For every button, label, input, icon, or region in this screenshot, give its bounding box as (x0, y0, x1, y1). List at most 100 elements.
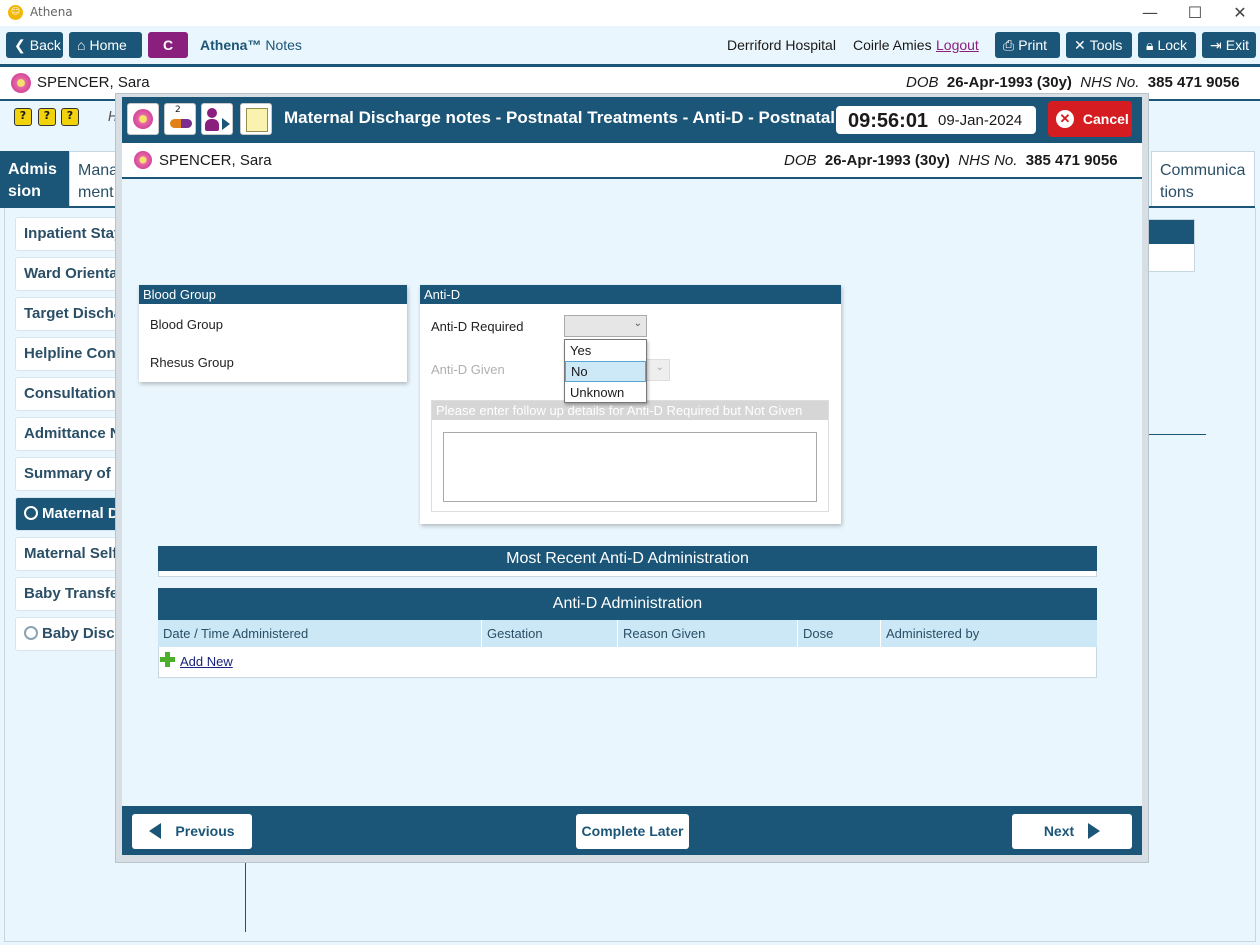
flower-icon (11, 73, 31, 93)
nav-item-label: Maternal Di (42, 505, 123, 522)
arrow-left-icon (149, 822, 162, 839)
app-brand: Athena™ Notes (200, 37, 302, 53)
help-icon[interactable]: ? (38, 108, 56, 126)
help-list-icon[interactable]: ? (14, 108, 32, 126)
minimize-button[interactable]: — (1130, 2, 1170, 24)
nav-item[interactable]: Maternal Self (15, 537, 123, 571)
home-icon: ⌂ (77, 37, 86, 53)
nav-item[interactable]: Target Dischar (15, 297, 123, 331)
dropdown-option[interactable]: Unknown (565, 382, 646, 403)
nav-item[interactable]: Inpatient Stay (15, 217, 123, 251)
exit-icon: ⇥ (1210, 37, 1222, 53)
home-button[interactable]: ⌂ Home (69, 32, 142, 58)
column-header-gestation: Gestation (482, 620, 618, 647)
blood-group-panel-title: Blood Group (139, 285, 407, 304)
nav-item-label: Consultation I (24, 385, 123, 402)
anti-d-panel: Anti-D Anti-D Required ⌄ Anti-D Given ⌄ … (420, 285, 841, 524)
radio-icon (24, 505, 38, 520)
nav-item[interactable]: Maternal Di (15, 497, 123, 531)
flower-icon (134, 151, 152, 169)
column-header-administered-by: Administered by (881, 620, 1097, 647)
dropdown-option[interactable]: Yes (565, 340, 646, 361)
tab-communications[interactable]: Communica tions (1151, 151, 1255, 207)
background-panel-header (1146, 220, 1194, 244)
anti-d-required-select[interactable]: ⌄ (564, 315, 647, 337)
next-button[interactable]: Next (1012, 814, 1132, 849)
maternal-flower-icon[interactable] (127, 103, 159, 135)
medication-icon[interactable]: 2 (164, 103, 196, 135)
tab-management[interactable]: Mana ment (69, 151, 119, 207)
main-toolbar: ❮ Back ⌂ Home C Athena™ Notes Derriford Ho… (0, 26, 1260, 64)
rhesus-group-label: Rhesus Group (150, 355, 234, 370)
lock-button[interactable]: 🔒︎ Lock (1138, 32, 1196, 58)
modal-banner-divider (122, 177, 1142, 179)
clock-display: 09:56:01 09-Jan-2024 (834, 104, 1038, 136)
modal-patient-identifiers: DOB 26-Apr-1993 (30y) NHS No. 385 471 90… (784, 152, 1118, 169)
nav-item[interactable]: Consultation I (15, 377, 123, 411)
nav-item[interactable]: Summary of P (15, 457, 123, 491)
back-button[interactable]: ❮ Back (6, 32, 63, 58)
nav-item[interactable]: Admittance N (15, 417, 123, 451)
column-header-reason-given: Reason Given (618, 620, 798, 647)
pill-icon (170, 119, 192, 128)
logout-link[interactable]: Logout (936, 37, 979, 53)
mother-baby-icon[interactable] (201, 103, 233, 135)
cancel-button[interactable]: ✕ Cancel (1048, 101, 1132, 137)
administration-table-body: Add New (158, 647, 1097, 678)
previous-button[interactable]: Previous (132, 814, 252, 849)
blood-group-panel: Blood Group Blood Group Rhesus Group (139, 285, 407, 382)
plus-icon[interactable] (160, 652, 175, 667)
nav-item[interactable]: Baby Discha (15, 617, 123, 651)
c-button[interactable]: C (148, 32, 188, 58)
radio-icon (24, 625, 38, 640)
chevron-down-icon: ⌄ (655, 362, 664, 373)
followup-textarea[interactable] (443, 432, 817, 502)
help-icon-2[interactable]: ? (61, 108, 79, 126)
background-panel (1145, 219, 1195, 272)
complete-later-button[interactable]: Complete Later (576, 814, 689, 849)
window-titlebar: ☺ Athena — ☐ ✕ (0, 0, 1260, 26)
anti-d-required-dropdown: Yes No Unknown (564, 339, 647, 403)
printer-icon: ⎙ (1003, 37, 1015, 53)
nav-item-label: Target Dischar (24, 305, 123, 322)
notepad-icon[interactable] (240, 103, 272, 135)
nav-item-label: Admittance N (24, 425, 121, 442)
nav-item[interactable]: Ward Orientat (15, 257, 123, 291)
anti-d-given-select[interactable]: ⌄ (645, 359, 670, 381)
maximize-button[interactable]: ☐ (1175, 2, 1215, 24)
modal-patient-name: SPENCER, Sara (159, 152, 272, 169)
blood-group-label: Blood Group (150, 317, 223, 332)
anti-d-panel-title: Anti-D (420, 285, 841, 304)
exit-button[interactable]: ⇥ Exit (1202, 32, 1256, 58)
user-name: Coirle Amies (853, 37, 932, 53)
most-recent-section-body (158, 571, 1097, 577)
close-window-button[interactable]: ✕ (1220, 2, 1260, 24)
dropdown-option[interactable]: No (565, 361, 646, 382)
background-line (1145, 434, 1206, 435)
close-circle-icon: ✕ (1056, 109, 1074, 128)
nav-item-label: Baby Transfer (24, 585, 123, 602)
tools-button[interactable]: ✕ Tools (1066, 32, 1132, 58)
background-divider (245, 856, 246, 932)
column-header-dose: Dose (798, 620, 881, 647)
nav-item-label: Baby Discha (42, 625, 122, 642)
print-button[interactable]: ⎙ Print (995, 32, 1060, 58)
clock-date: 09-Jan-2024 (938, 112, 1023, 129)
followup-group: Please enter follow up details for Anti-… (431, 400, 829, 512)
patient-name: SPENCER, Sara (37, 74, 150, 91)
arrow-right-icon (1088, 822, 1101, 839)
chevron-left-icon: ❮ (14, 37, 26, 53)
athena-logo-icon: ☺ (8, 5, 23, 20)
dropdown-options: Yes No Unknown (565, 340, 646, 403)
chevron-down-icon: ⌄ (633, 318, 642, 329)
most-recent-section-header: Most Recent Anti-D Administration (158, 546, 1097, 571)
modal-patient-banner: SPENCER, Sara DOB 26-Apr-1993 (30y) NHS … (122, 143, 1142, 177)
add-new-link[interactable]: Add New (180, 654, 233, 669)
nav-item-label: Ward Orientat (24, 265, 123, 282)
tools-icon: ✕ (1074, 37, 1086, 53)
nav-item[interactable]: Baby Transfer (15, 577, 123, 611)
tab-admission[interactable]: Admis sion (0, 151, 69, 207)
patient-identifiers: DOB 26-Apr-1993 (30y) NHS No. 385 471 90… (906, 74, 1240, 91)
administration-section-header: Anti-D Administration (158, 588, 1097, 620)
nav-item[interactable]: Helpline Cont (15, 337, 123, 371)
